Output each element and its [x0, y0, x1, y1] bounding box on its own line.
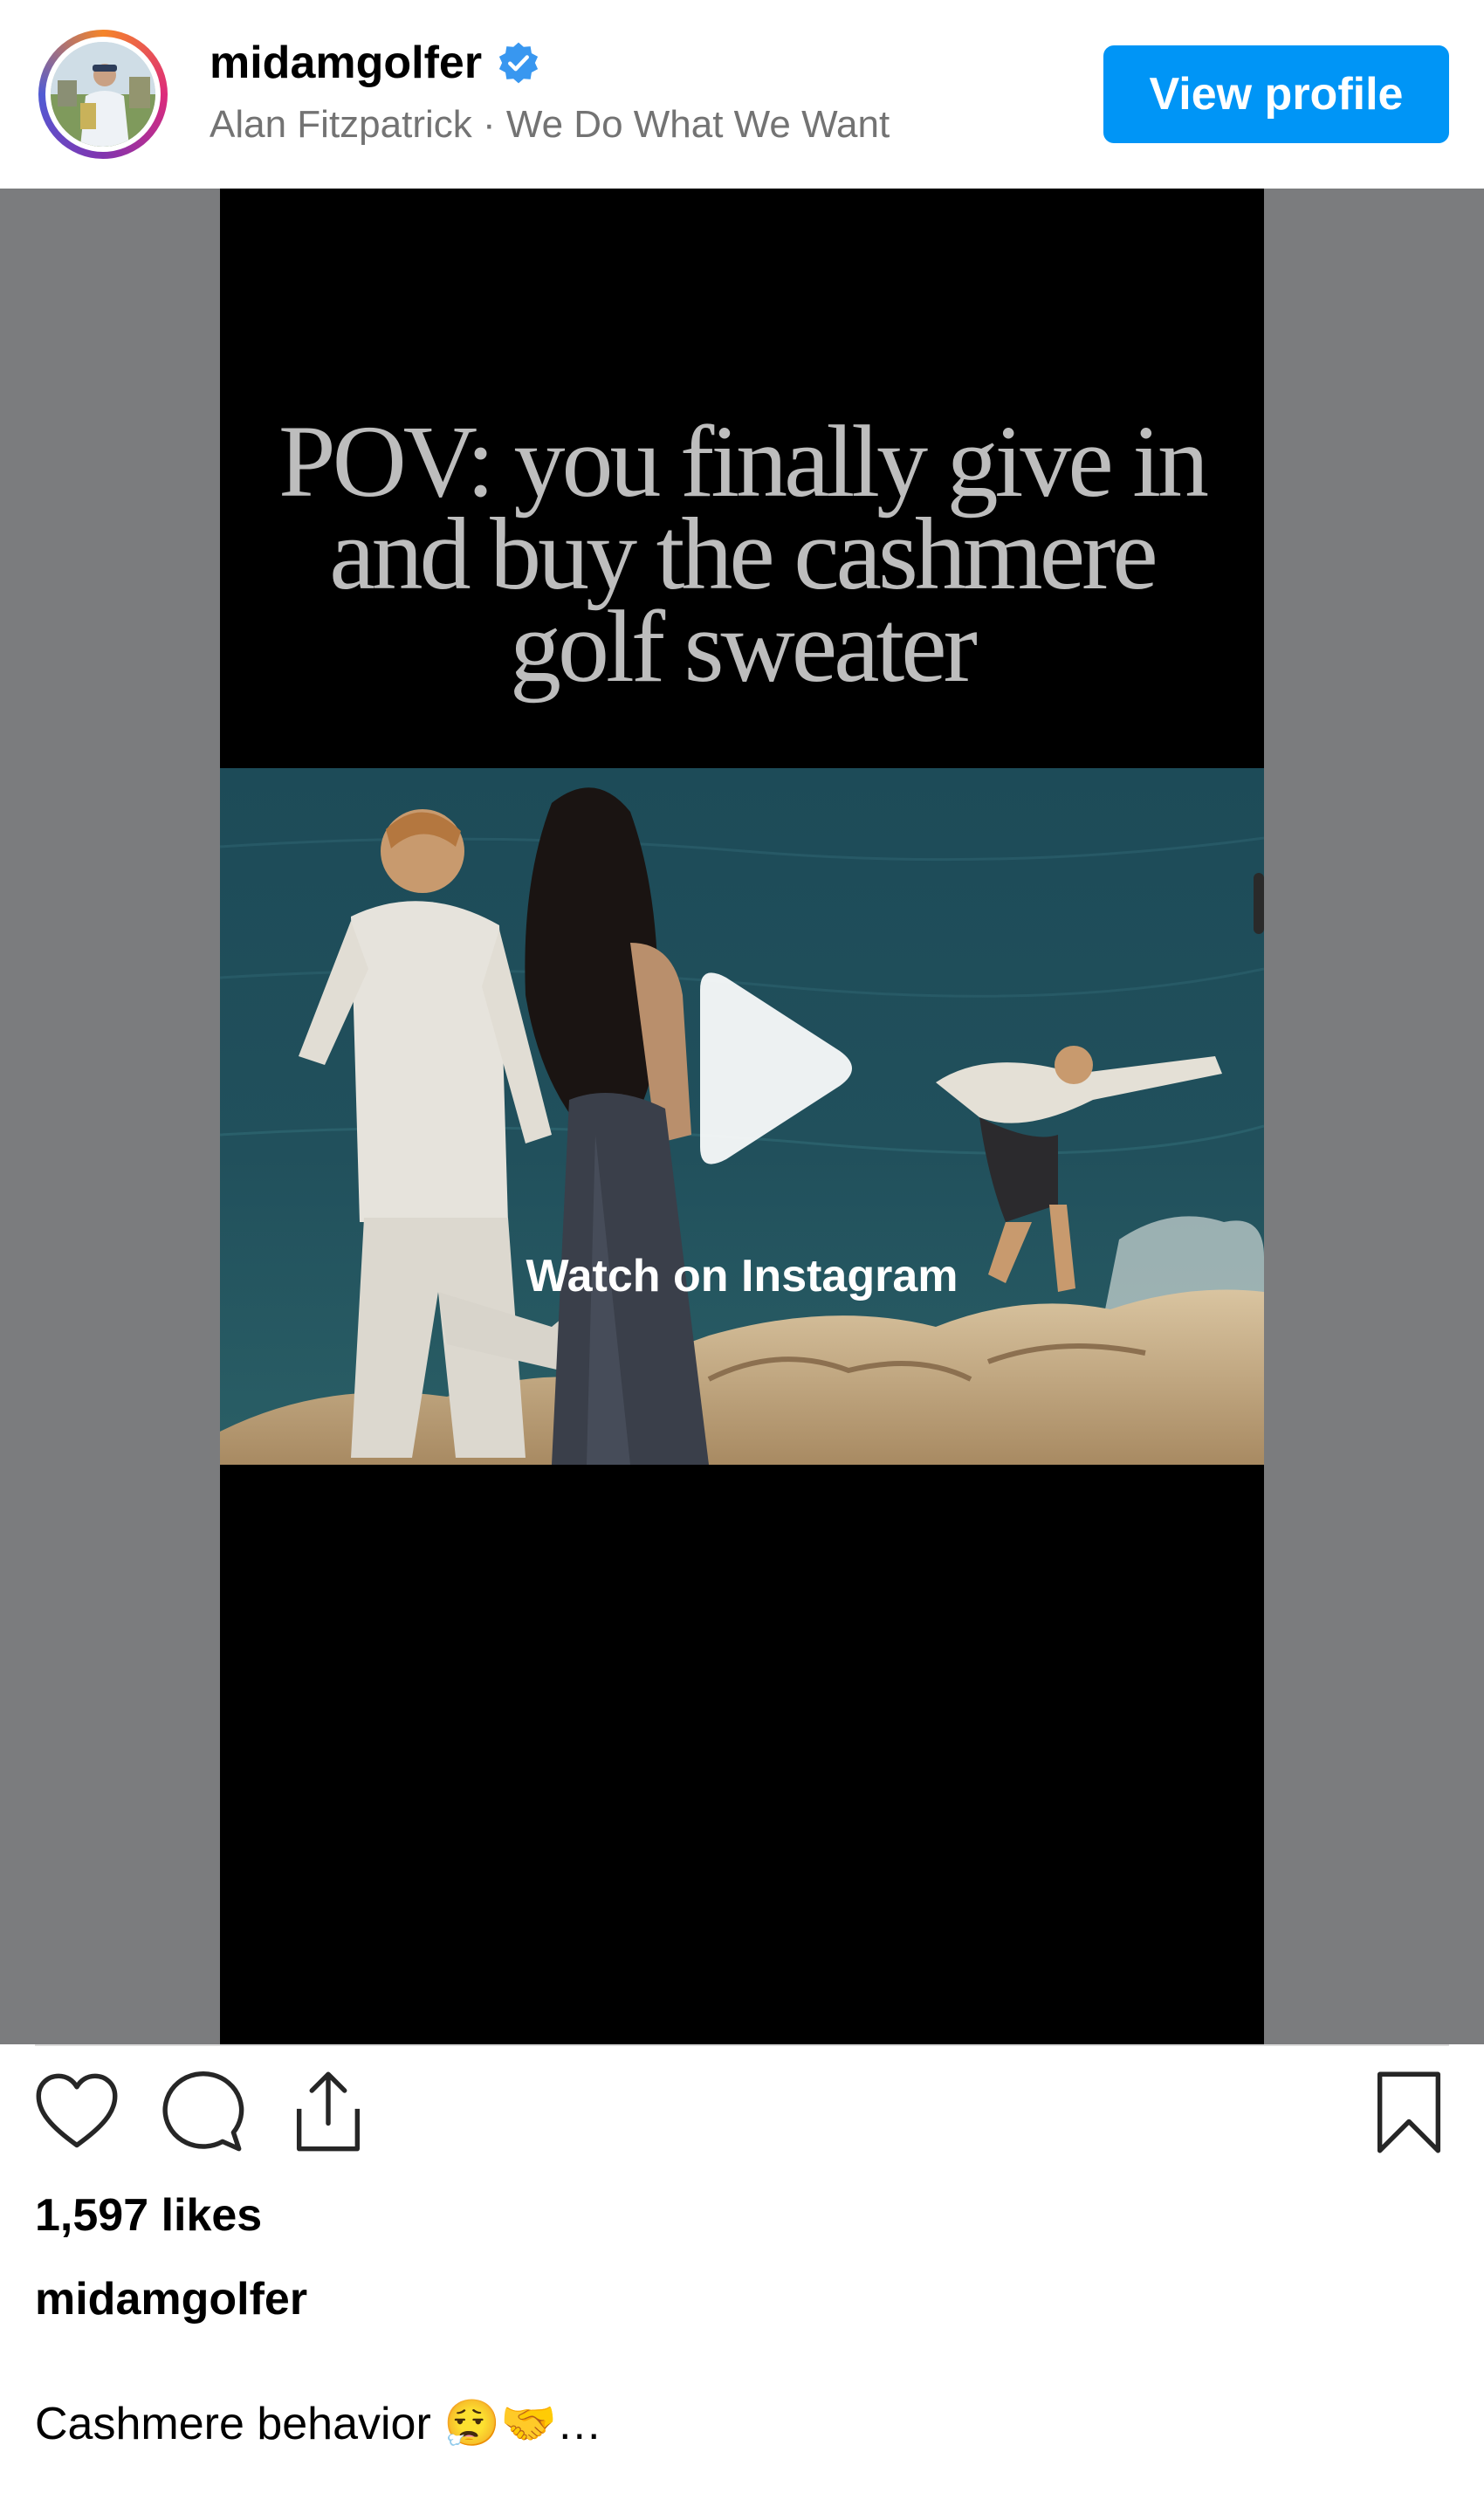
username[interactable]: midamgolfer	[210, 37, 482, 89]
caption-username[interactable]: midamgolfer	[35, 2273, 307, 2325]
comment-icon[interactable]	[159, 2069, 246, 2156]
avatar-photo	[51, 42, 155, 147]
share-icon[interactable]	[285, 2069, 372, 2156]
bookmark-icon[interactable]	[1365, 2069, 1453, 2156]
post-caption: Cashmere behavior 😮‍💨🤝…	[35, 2399, 602, 2449]
verified-badge-icon	[498, 42, 539, 84]
video-player[interactable]: POV: you finally give in and buy the cas…	[220, 189, 1264, 2044]
video-caption-line: and buy the cashmere	[329, 497, 1158, 611]
action-bar	[0, 2069, 1484, 2165]
play-icon[interactable]	[639, 955, 866, 1182]
avatar[interactable]	[51, 42, 155, 147]
media-area[interactable]: POV: you finally give in and buy the cas…	[0, 189, 1484, 2044]
view-profile-button[interactable]: View profile	[1103, 45, 1449, 143]
username-row: midamgolfer	[210, 37, 541, 89]
video-caption: POV: you finally give in and buy the cas…	[220, 404, 1264, 704]
video-caption-line: golf sweater	[510, 589, 978, 704]
heart-icon[interactable]	[33, 2069, 120, 2156]
post-subtitle: Alan Fitzpatrick · We Do What We Want	[210, 103, 890, 146]
avatar-frame	[45, 37, 161, 152]
post-header: midamgolfer Alan Fitzpatrick · We Do Wha…	[0, 0, 1484, 189]
video-caption-line: POV: you finally give in	[278, 404, 1209, 519]
avatar-story-ring[interactable]	[38, 30, 168, 159]
watch-on-instagram-link[interactable]: Watch on Instagram	[220, 1250, 1264, 1302]
divider	[35, 2044, 1449, 2046]
likes-count[interactable]: 1,597 likes	[35, 2189, 262, 2242]
